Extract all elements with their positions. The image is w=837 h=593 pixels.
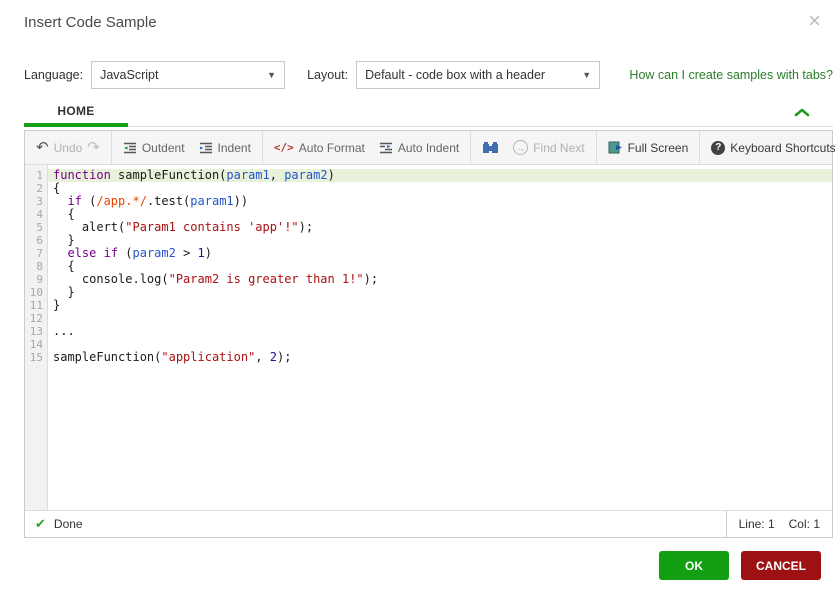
line-number: 9	[36, 273, 43, 286]
code-editor: ↶ Undo ↷ Outdent Indent </> Auto Format …	[24, 130, 836, 538]
line-number: 12	[29, 312, 43, 325]
editor-toolbar: ↶ Undo ↷ Outdent Indent </> Auto Format …	[25, 131, 836, 165]
auto-format-icon: </>	[273, 141, 294, 154]
find-button[interactable]	[475, 131, 506, 164]
auto-format-label: Auto Format	[298, 140, 365, 155]
code-line: ...	[53, 324, 75, 338]
toolbar-group-history: ↶ Undo ↷	[25, 131, 112, 164]
toolbar-group-help: ? Keyboard Shortcuts	[700, 131, 837, 164]
line-number: 15	[29, 351, 43, 364]
auto-format-button[interactable]: </> Auto Format	[267, 131, 372, 164]
help-link[interactable]: How can I create samples with tabs?	[629, 68, 833, 82]
line-number: 13	[29, 325, 43, 338]
status-bar: ✔ Done Line: 1 Col: 1	[25, 510, 832, 537]
full-screen-icon	[608, 141, 622, 154]
toolbar-group-fullscreen: Full Screen	[597, 131, 701, 164]
toolbar-group-format: </> Auto Format Auto Indent	[263, 131, 472, 164]
language-label: Language:	[24, 68, 84, 82]
tab-strip: HOME	[24, 98, 833, 127]
insert-code-sample-dialog: { "dialog": { "title": "Insert Code Samp…	[0, 0, 837, 593]
full-screen-button[interactable]: Full Screen	[601, 131, 696, 164]
cancel-button[interactable]: CANCEL	[741, 551, 821, 580]
chevron-down-icon: ▼	[582, 70, 592, 80]
line-number: 11	[29, 299, 43, 312]
options-row: Language: JavaScript ▼ Layout: Default -…	[24, 60, 833, 90]
line-number: 8	[36, 260, 43, 273]
col-indicator: Col: 1	[788, 517, 820, 531]
line-number: 1	[36, 169, 43, 182]
layout-label: Layout:	[307, 68, 349, 82]
outdent-icon	[123, 142, 136, 153]
code-line: function sampleFunction(param1, param2)	[48, 169, 832, 182]
binoculars-icon	[483, 142, 499, 153]
layout-select[interactable]: Default - code box with a header ▼	[356, 61, 601, 89]
code-line: console.log("Param2 is greater than 1!")…	[53, 272, 379, 286]
code-line: }	[53, 285, 75, 299]
find-next-button[interactable]: → Find Next	[506, 131, 591, 164]
line-number: 6	[36, 234, 43, 247]
redo-icon: ↷	[87, 139, 100, 156]
outdent-label: Outdent	[141, 140, 185, 155]
indent-label: Indent	[217, 140, 251, 155]
code-area[interactable]: 1 2 3 4 5 6 7 8 9 10 11 12 13 14 15 function sampleFun…	[25, 165, 832, 510]
line-number: 5	[36, 221, 43, 234]
line-number: 14	[29, 338, 43, 351]
close-icon[interactable]: ×	[804, 6, 825, 36]
undo-icon: ↶	[36, 139, 49, 156]
status-text: Done	[53, 517, 83, 531]
page-title: Insert Code Sample	[24, 14, 157, 31]
full-screen-label: Full Screen	[627, 140, 689, 155]
cursor-position: Line: 1 Col: 1	[725, 511, 832, 537]
code-line: if (/app.*/.test(param1))	[67, 194, 249, 208]
line-number: 3	[36, 195, 43, 208]
indent-icon	[199, 142, 212, 153]
auto-indent-button[interactable]: Auto Indent	[372, 131, 466, 164]
line-number: 4	[36, 208, 43, 221]
auto-indent-icon	[379, 142, 392, 153]
tab-home[interactable]: HOME	[24, 98, 128, 127]
outdent-button[interactable]: Outdent	[116, 131, 192, 164]
code-line: else if (param2 > 1)	[67, 246, 213, 260]
layout-selected-value: Default - code box with a header	[365, 68, 546, 82]
code-line: sampleFunction("application", 2);	[53, 350, 292, 364]
toolbar-group-indent: Outdent Indent	[112, 131, 263, 164]
language-selected-value: JavaScript	[100, 68, 159, 82]
keyboard-shortcuts-button[interactable]: ? Keyboard Shortcuts	[704, 131, 837, 164]
ok-button[interactable]: OK	[659, 551, 729, 580]
find-next-icon: →	[513, 140, 529, 155]
undo-label: Undo	[53, 140, 83, 155]
footer: OK CANCEL	[659, 551, 821, 580]
chevron-down-icon: ▼	[267, 70, 277, 80]
line-indicator: Line: 1	[738, 517, 775, 531]
check-icon: ✔	[35, 516, 46, 531]
toolbar-group-find: → Find Next	[471, 131, 597, 164]
collapse-toolbar-button[interactable]	[792, 103, 812, 122]
code-lines[interactable]: function sampleFunction(param1, param2){…	[48, 165, 832, 510]
language-select[interactable]: JavaScript ▼	[91, 61, 286, 89]
keyboard-shortcuts-label: Keyboard Shortcuts	[730, 140, 836, 155]
line-number: 7	[36, 247, 43, 260]
auto-indent-label: Auto Indent	[397, 140, 460, 155]
line-number-gutter: 1 2 3 4 5 6 7 8 9 10 11 12 13 14 15	[25, 165, 48, 510]
chevron-up-icon	[794, 108, 810, 117]
line-number: 10	[29, 286, 43, 299]
code-line: alert("Param1 contains 'app'!");	[53, 220, 314, 234]
line-number: 2	[36, 182, 43, 195]
indent-button[interactable]: Indent	[192, 131, 258, 164]
question-mark-icon: ?	[711, 140, 726, 155]
undo-button[interactable]: ↶ Undo ↷	[29, 131, 107, 164]
find-next-label: Find Next	[533, 140, 585, 155]
code-line: }	[53, 298, 61, 312]
